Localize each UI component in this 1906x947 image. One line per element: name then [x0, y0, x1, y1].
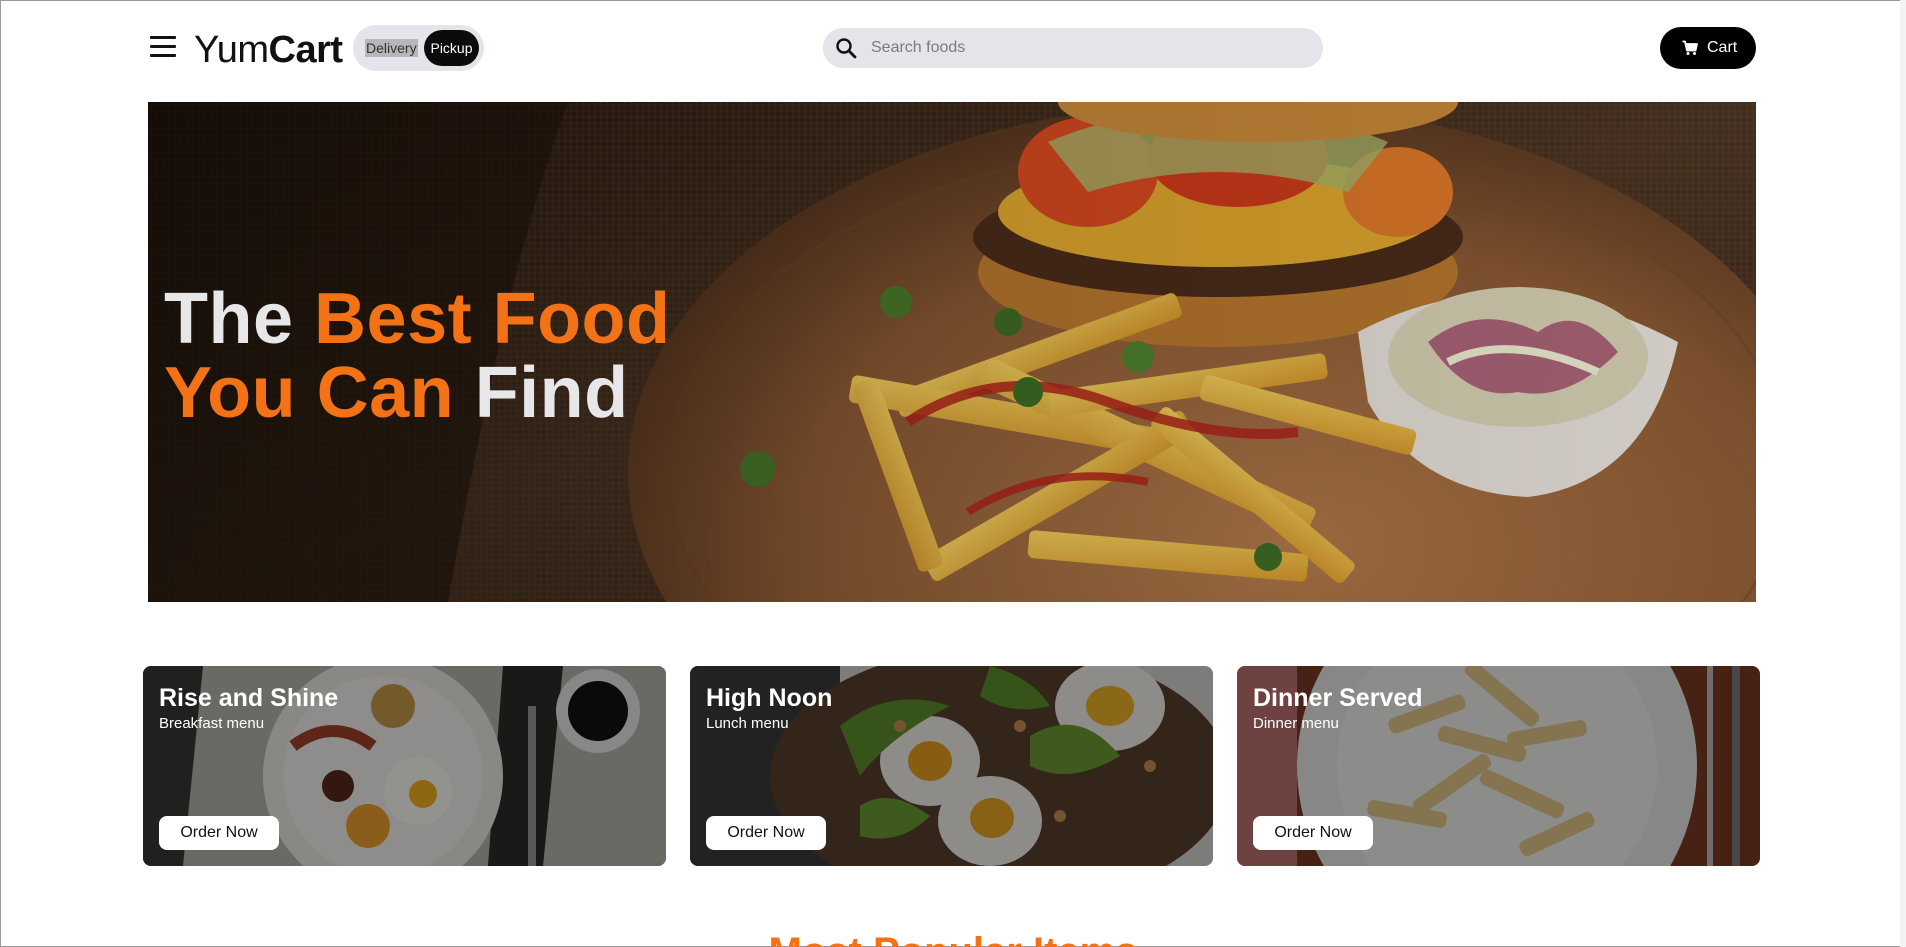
hero-banner: The Best Food You Can Find [148, 102, 1756, 602]
section-heading-text: Most Popular Items [769, 928, 1138, 947]
hero-line1-white: The [164, 279, 294, 359]
scrollbar-track[interactable] [1900, 0, 1906, 947]
logo-text-bold: Cart [268, 29, 344, 71]
hero-line1-orange: Best Food [314, 279, 671, 359]
logo-text-light: Yum [194, 29, 269, 71]
menu-card-lunch[interactable]: High Noon Lunch menu Order Now [690, 666, 1213, 866]
hero-line2-white: Find [474, 353, 629, 433]
card-subtitle: Dinner menu [1253, 715, 1339, 732]
delivery-pickup-toggle: Delivery Pickup [353, 25, 484, 71]
delivery-option[interactable]: Delivery [365, 39, 418, 57]
card-subtitle: Lunch menu [706, 715, 789, 732]
section-heading: Most Popular Items [0, 928, 1906, 947]
search-icon [836, 38, 857, 59]
card-title: High Noon [706, 684, 833, 712]
cart-label: Cart [1707, 39, 1738, 56]
navbar: YumCart Delivery Pickup Cart [0, 0, 1906, 100]
card-subtitle: Breakfast menu [159, 715, 265, 732]
hero-title: The Best Food You Can Find [164, 282, 671, 430]
order-now-button[interactable]: Order Now [1253, 816, 1373, 850]
cart-icon [1682, 40, 1698, 55]
order-now-button[interactable]: Order Now [706, 816, 826, 850]
menu-card-breakfast[interactable]: Rise and Shine Breakfast menu Order Now [143, 666, 666, 866]
hero-line2-orange: You Can [164, 353, 455, 433]
menu-card-dinner[interactable]: Dinner Served Dinner menu Order Now [1237, 666, 1760, 866]
search-bar [823, 28, 1323, 68]
cart-button[interactable]: Cart [1660, 27, 1756, 69]
search-input[interactable] [861, 28, 1321, 68]
card-title: Dinner Served [1253, 684, 1423, 712]
card-title: Rise and Shine [159, 684, 339, 712]
hamburger-icon[interactable] [150, 36, 176, 58]
pickup-option[interactable]: Pickup [424, 30, 479, 66]
order-now-button[interactable]: Order Now [159, 816, 279, 850]
logo[interactable]: YumCart [194, 27, 343, 73]
